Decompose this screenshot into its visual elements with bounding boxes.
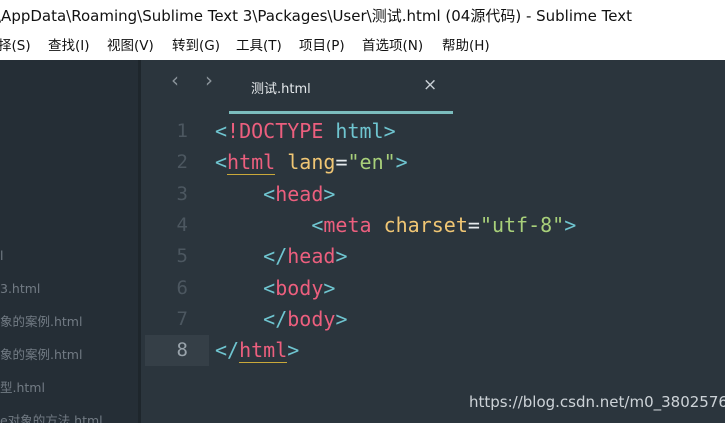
line-number: 7	[176, 307, 188, 330]
code-line[interactable]: 1 <!DOCTYPE html>	[141, 116, 725, 147]
code-token-punct: >	[335, 306, 348, 331]
code-text: </body>	[215, 304, 347, 335]
line-number: 5	[176, 245, 188, 268]
code-editor[interactable]: 1 <!DOCTYPE html> 2 <html lang="en"> 3 <head…	[141, 114, 725, 423]
code-token-punct: >	[383, 119, 396, 143]
code-token-kw: html	[335, 119, 384, 143]
sidebar-file-item[interactable]: l	[0, 247, 3, 265]
menu-selection[interactable]: 择(S)	[0, 33, 31, 60]
menu-view[interactable]: 视图(V)	[107, 33, 154, 60]
line-number: 6	[176, 276, 188, 299]
code-text: <body>	[215, 273, 335, 304]
code-text: <html lang="en">	[215, 147, 408, 178]
menu-tools[interactable]: 工具(T)	[236, 33, 282, 60]
code-token-eq	[323, 119, 335, 143]
code-token-punct: >	[323, 275, 336, 300]
code-token-str: "en"	[347, 150, 396, 175]
code-token-punct: <	[215, 150, 228, 175]
chevron-left-icon[interactable]: ‹	[171, 68, 179, 92]
line-number: 8	[145, 335, 209, 367]
code-token-eq	[275, 150, 287, 174]
code-line[interactable]: 2 <html lang="en">	[141, 147, 725, 178]
code-token-str: "utf-8"	[479, 212, 565, 237]
menu-project[interactable]: 项目(P)	[299, 33, 345, 60]
line-number: 4	[176, 213, 188, 236]
sidebar-file-item[interactable]: 型.html	[0, 379, 45, 397]
code-text: <meta charset="utf-8">	[215, 210, 576, 241]
code-line[interactable]: 4 <meta charset="utf-8">	[141, 210, 725, 241]
code-token-punct: >	[564, 212, 577, 237]
code-token-eq: =	[467, 212, 480, 237]
code-text: <!DOCTYPE html>	[215, 116, 396, 147]
tab-active-file[interactable]: 测试.html ×	[229, 69, 453, 114]
code-line[interactable]: 7 </body>	[141, 304, 725, 335]
code-token-tag: head	[275, 181, 324, 206]
sidebar-file-item[interactable]: 象的案例.html	[0, 346, 82, 364]
code-token-punct: </	[215, 338, 240, 363]
code-token-punct: </	[263, 244, 288, 269]
window-title: \AppData\Roaming\Sublime Text 3\Packages…	[0, 7, 632, 25]
window-title-bar: \AppData\Roaming\Sublime Text 3\Packages…	[0, 0, 725, 33]
chevron-right-icon[interactable]: ›	[205, 68, 213, 92]
code-token-punct: >	[395, 150, 408, 175]
line-number: 2	[176, 151, 188, 174]
sidebar-file-item[interactable]: 3.html	[0, 280, 40, 298]
menu-goto[interactable]: 转到(G)	[172, 33, 220, 60]
line-number: 3	[176, 182, 188, 205]
code-token-eq: =	[335, 150, 348, 175]
menu-help[interactable]: 帮助(H)	[442, 33, 490, 60]
close-icon[interactable]: ×	[423, 75, 437, 95]
code-token-punct: >	[323, 181, 336, 206]
sidebar-file-item[interactable]: e对象的方法.html	[0, 412, 103, 423]
code-token-eq	[372, 213, 384, 237]
code-token-tag: meta	[323, 212, 372, 237]
menu-find[interactable]: 查找(I)	[48, 33, 90, 60]
code-line[interactable]: 6 <body>	[141, 273, 725, 304]
code-token-tag: html	[239, 338, 288, 364]
code-token-tag: body	[287, 306, 336, 331]
sidebar-file-item[interactable]: 象的案例.html	[0, 313, 82, 331]
code-token-punct: <	[215, 119, 228, 143]
code-text: <head>	[215, 179, 335, 210]
code-token-attr: lang	[287, 150, 336, 175]
code-token-punct: <	[311, 212, 324, 237]
watermark: https://blog.csdn.net/m0_38025763	[469, 393, 725, 411]
menu-preferences[interactable]: 首选项(N)	[362, 33, 423, 60]
code-text: </html>	[215, 335, 299, 366]
menu-bar: 择(S) 查找(I) 视图(V) 转到(G) 工具(T) 项目(P) 首选项(N…	[0, 33, 725, 60]
code-token-tag: head	[287, 244, 336, 269]
code-line[interactable]: 8 </html>	[141, 335, 725, 367]
code-token-punct: </	[263, 306, 288, 331]
code-text: </head>	[215, 241, 347, 272]
code-token-tag: html	[227, 150, 276, 176]
tab-label: 测试.html	[251, 82, 311, 97]
code-token-punct: >	[335, 244, 348, 269]
code-token-punct: <	[263, 275, 276, 300]
tab-bar: ‹ › 测试.html ×	[141, 60, 725, 114]
code-token-punct: >	[287, 338, 300, 363]
code-token-attr: charset	[383, 212, 468, 237]
code-token-tag: !DOCTYPE	[227, 119, 324, 143]
sidebar: l 3.html 象的案例.html 象的案例.html 型.html e对象的…	[0, 60, 138, 423]
code-token-tag: body	[275, 275, 324, 300]
code-line[interactable]: 3 <head>	[141, 179, 725, 210]
code-line[interactable]: 5 </head>	[141, 241, 725, 272]
code-token-punct: <	[263, 181, 276, 206]
line-number: 1	[176, 120, 188, 142]
